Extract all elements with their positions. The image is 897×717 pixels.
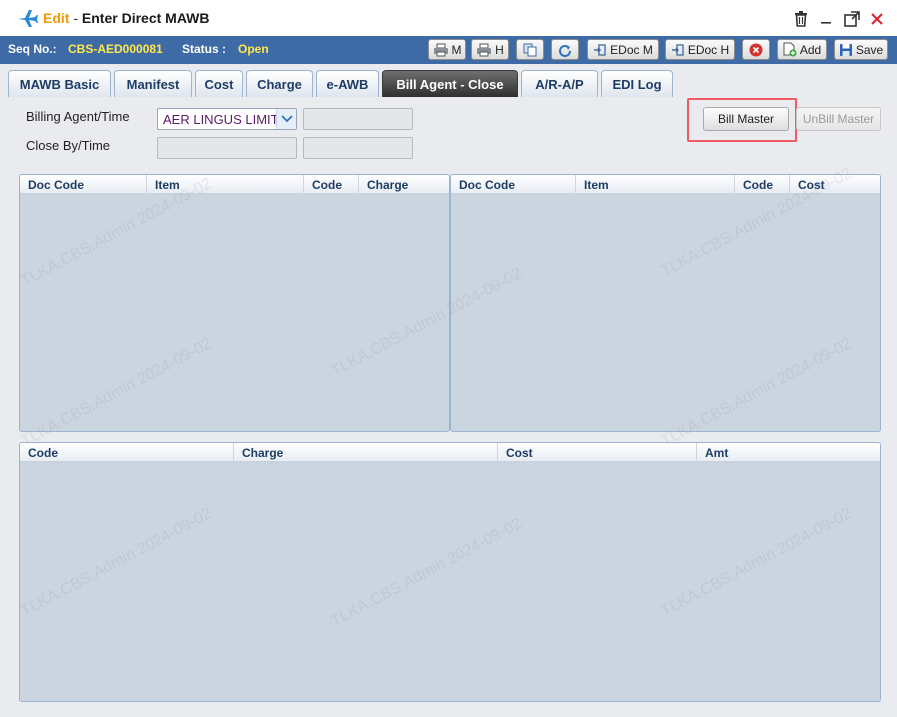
close-icon[interactable] xyxy=(869,10,887,28)
status-label: Status : xyxy=(182,42,227,56)
record-status-bar: Seq No.: CBS-AED000081 Status : Open M H… xyxy=(0,36,897,64)
save-icon xyxy=(839,43,853,57)
column-header[interactable]: Code xyxy=(735,175,790,195)
seq-no-label: Seq No.: xyxy=(8,42,57,56)
maximize-icon[interactable] xyxy=(843,10,861,28)
tab-bill-agent-close[interactable]: Bill Agent - Close xyxy=(382,70,518,97)
billing-agent-select[interactable]: AER LINGUS LIMITED xyxy=(157,108,297,130)
close-by-label: Close By/Time xyxy=(26,138,111,153)
add-document-icon xyxy=(783,42,797,57)
billing-time-field xyxy=(303,108,413,130)
summary-grid-header: Code Charge Cost Amt xyxy=(20,443,880,463)
print-mawb-button[interactable]: M xyxy=(428,39,466,60)
edoc-m-button[interactable]: EDoc M xyxy=(587,39,659,60)
cost-grid[interactable]: Doc Code Item Code Cost xyxy=(450,174,881,432)
cost-grid-header: Doc Code Item Code Cost xyxy=(451,175,880,195)
tab-manifest[interactable]: Manifest xyxy=(114,70,192,97)
print-hawb-label: H xyxy=(495,42,504,57)
status-value: Open xyxy=(238,42,269,56)
column-header[interactable]: Doc Code xyxy=(20,175,147,195)
bill-master-button[interactable]: Bill Master xyxy=(703,107,789,131)
close-time-field xyxy=(303,137,413,159)
column-header[interactable]: Code xyxy=(304,175,359,195)
charge-grid-header: Doc Code Item Code Charge xyxy=(20,175,449,195)
edoc-m-label: EDoc M xyxy=(610,42,653,57)
import-icon xyxy=(671,43,685,57)
tab-e-awb[interactable]: e-AWB xyxy=(316,70,379,97)
close-by-field xyxy=(157,137,297,159)
summary-grid[interactable]: Code Charge Cost Amt xyxy=(19,442,881,702)
chevron-down-icon[interactable] xyxy=(276,109,296,129)
edit-mode-label: Edit xyxy=(43,10,70,26)
cancel-icon xyxy=(749,43,763,57)
add-button[interactable]: Add xyxy=(777,39,827,60)
column-header[interactable]: Charge xyxy=(359,175,449,195)
column-header[interactable]: Amt xyxy=(697,443,880,463)
print-hawb-button[interactable]: H xyxy=(471,39,509,60)
billing-agent-label: Billing Agent/Time xyxy=(26,109,130,124)
unbill-master-button: UnBill Master xyxy=(796,107,881,131)
tab-edi-log[interactable]: EDI Log xyxy=(601,70,673,97)
minimize-icon[interactable] xyxy=(818,10,836,28)
edoc-h-button[interactable]: EDoc H xyxy=(665,39,735,60)
copy-button[interactable] xyxy=(516,39,544,60)
tab-mawb-basic[interactable]: MAWB Basic xyxy=(8,70,111,97)
title-separator: - xyxy=(73,10,79,26)
column-header[interactable]: Code xyxy=(20,443,234,463)
delete-icon[interactable] xyxy=(793,10,811,28)
column-header[interactable]: Doc Code xyxy=(451,175,576,195)
save-button[interactable]: Save xyxy=(834,39,888,60)
print-mawb-label: M xyxy=(451,42,462,57)
main-panel: MAWB Basic Manifest Cost Charge e-AWB Bi… xyxy=(0,64,897,717)
seq-no-value: CBS-AED000081 xyxy=(68,42,163,56)
tab-charge[interactable]: Charge xyxy=(246,70,313,97)
copy-icon xyxy=(523,43,537,57)
tab-cost[interactable]: Cost xyxy=(195,70,243,97)
refresh-button[interactable] xyxy=(551,39,579,60)
printer-icon xyxy=(476,43,492,57)
window-title: Edit - Enter Direct MAWB xyxy=(43,10,209,26)
cancel-button[interactable] xyxy=(742,39,770,60)
column-header[interactable]: Item xyxy=(147,175,304,195)
window-title-text: Enter Direct MAWB xyxy=(81,10,210,26)
edoc-h-label: EDoc H xyxy=(687,42,730,57)
tab-ar-ap[interactable]: A/R-A/P xyxy=(521,70,598,97)
refresh-icon xyxy=(558,43,572,57)
import-icon xyxy=(593,43,607,57)
save-label: Save xyxy=(855,42,884,57)
airplane-icon xyxy=(16,8,38,28)
printer-icon xyxy=(433,43,449,57)
charge-grid[interactable]: Doc Code Item Code Charge xyxy=(19,174,450,432)
column-header[interactable]: Cost xyxy=(790,175,880,195)
add-label: Add xyxy=(799,42,822,57)
window-title-bar: Edit - Enter Direct MAWB xyxy=(0,0,897,36)
column-header[interactable]: Item xyxy=(576,175,735,195)
column-header[interactable]: Cost xyxy=(498,443,697,463)
column-header[interactable]: Charge xyxy=(234,443,498,463)
